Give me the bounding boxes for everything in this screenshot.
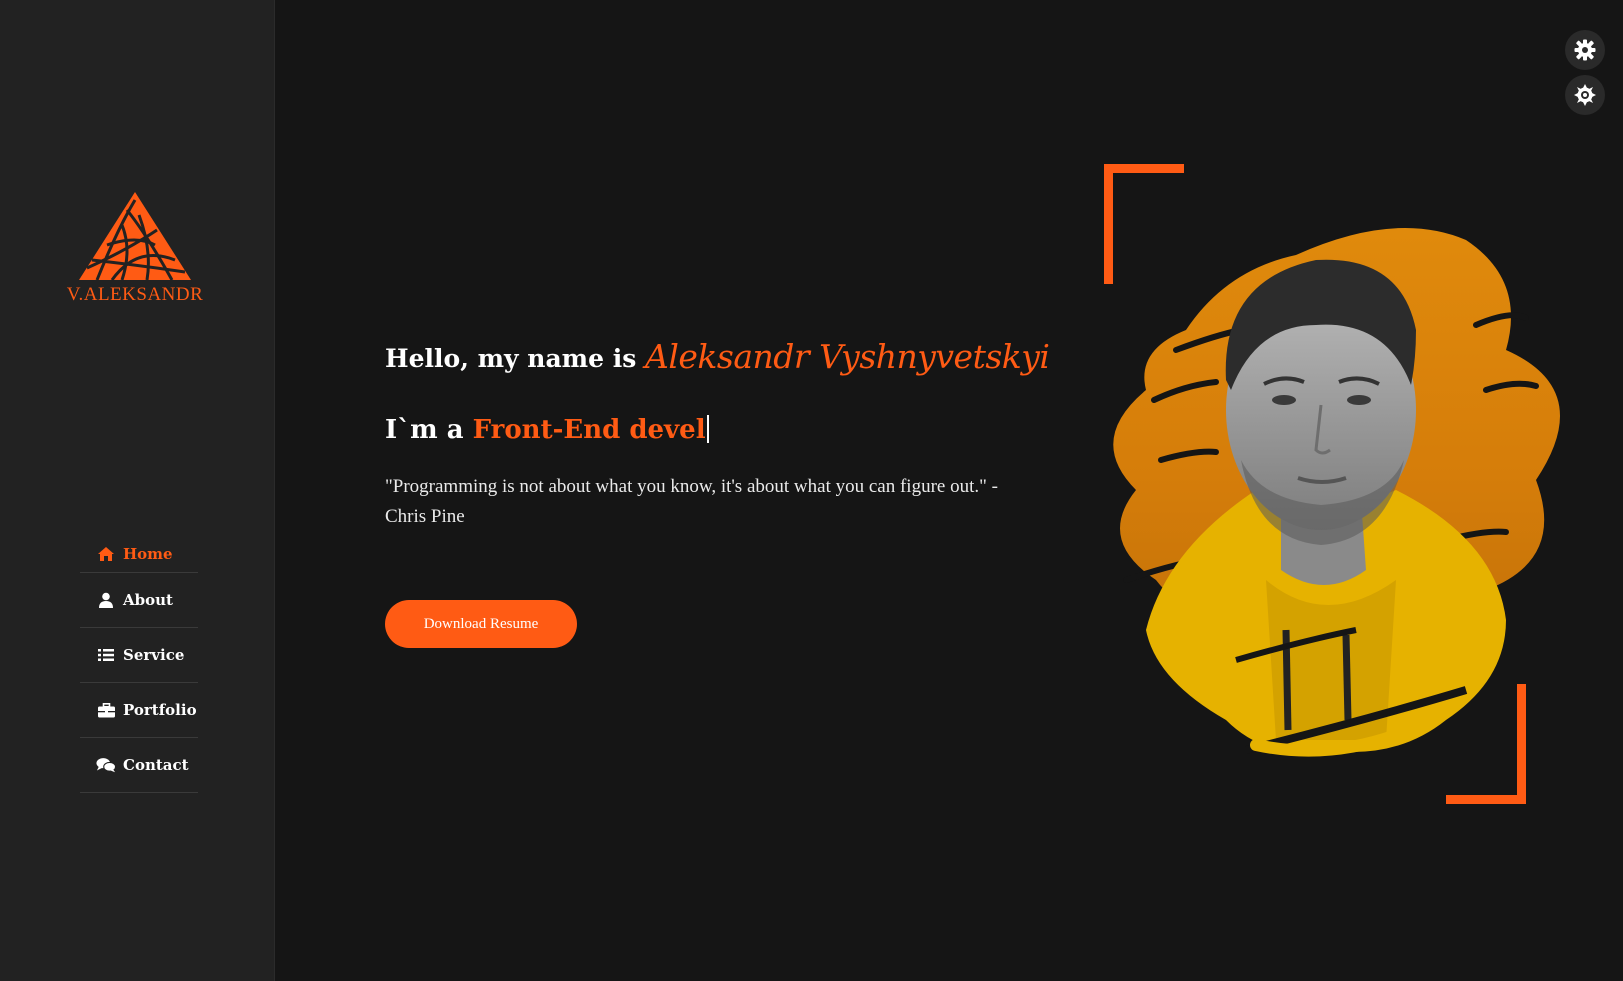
frame-corner-bottom-right bbox=[1446, 684, 1526, 804]
nav-item-contact[interactable]: Contact bbox=[80, 738, 198, 793]
role-heading: I`m a Front-End devel bbox=[385, 415, 709, 445]
home-icon bbox=[96, 546, 116, 562]
download-resume-button[interactable]: Download Resume bbox=[385, 600, 577, 648]
gear-icon bbox=[1574, 39, 1596, 61]
nav-item-label: Portfolio bbox=[123, 701, 197, 719]
theme-toggle-gear-icon bbox=[1574, 84, 1596, 106]
logo-text: V.ALEKSANDR bbox=[66, 284, 204, 305]
nav-item-label: Contact bbox=[123, 756, 189, 774]
greeting-text: Hello, my name is bbox=[385, 344, 637, 373]
triangle-mesh-logo-icon bbox=[79, 192, 191, 281]
theme-toggle-button[interactable] bbox=[1565, 75, 1605, 115]
author-name: Aleksandr Vyshnyvetskyi bbox=[645, 337, 1050, 376]
chat-bubbles-icon bbox=[96, 757, 116, 773]
typing-cursor bbox=[706, 415, 709, 443]
portrait bbox=[1066, 160, 1566, 810]
settings-button[interactable] bbox=[1565, 30, 1605, 70]
main-content: Hello, my name is Aleksandr Vyshnyvetsky… bbox=[276, 0, 1623, 981]
nav-item-label: About bbox=[123, 591, 173, 609]
list-icon bbox=[96, 647, 116, 663]
role-typed-text: Front-End devel bbox=[472, 415, 706, 445]
role-prefix: I`m a bbox=[385, 415, 464, 445]
quote: "Programming is not about what you know,… bbox=[385, 472, 1045, 532]
briefcase-icon bbox=[96, 702, 116, 718]
settings-panel bbox=[1565, 30, 1605, 120]
nav-item-label: Service bbox=[123, 646, 185, 664]
nav-item-label: Home bbox=[123, 545, 173, 563]
main-nav: Home About Service Portfolio Contact bbox=[80, 536, 198, 793]
quote-line-1: "Programming is not about what you know,… bbox=[385, 476, 998, 497]
user-icon bbox=[96, 592, 116, 608]
nav-item-home[interactable]: Home bbox=[80, 536, 198, 573]
greeting-heading: Hello, my name is Aleksandr Vyshnyvetsky… bbox=[385, 336, 1050, 376]
nav-item-service[interactable]: Service bbox=[80, 628, 198, 683]
quote-line-2: Chris Pine bbox=[385, 506, 465, 527]
sidebar: V.ALEKSANDR Home About Service Portfolio bbox=[0, 0, 275, 981]
nav-item-portfolio[interactable]: Portfolio bbox=[80, 683, 198, 738]
nav-item-about[interactable]: About bbox=[80, 573, 198, 628]
logo[interactable]: V.ALEKSANDR bbox=[55, 190, 215, 320]
